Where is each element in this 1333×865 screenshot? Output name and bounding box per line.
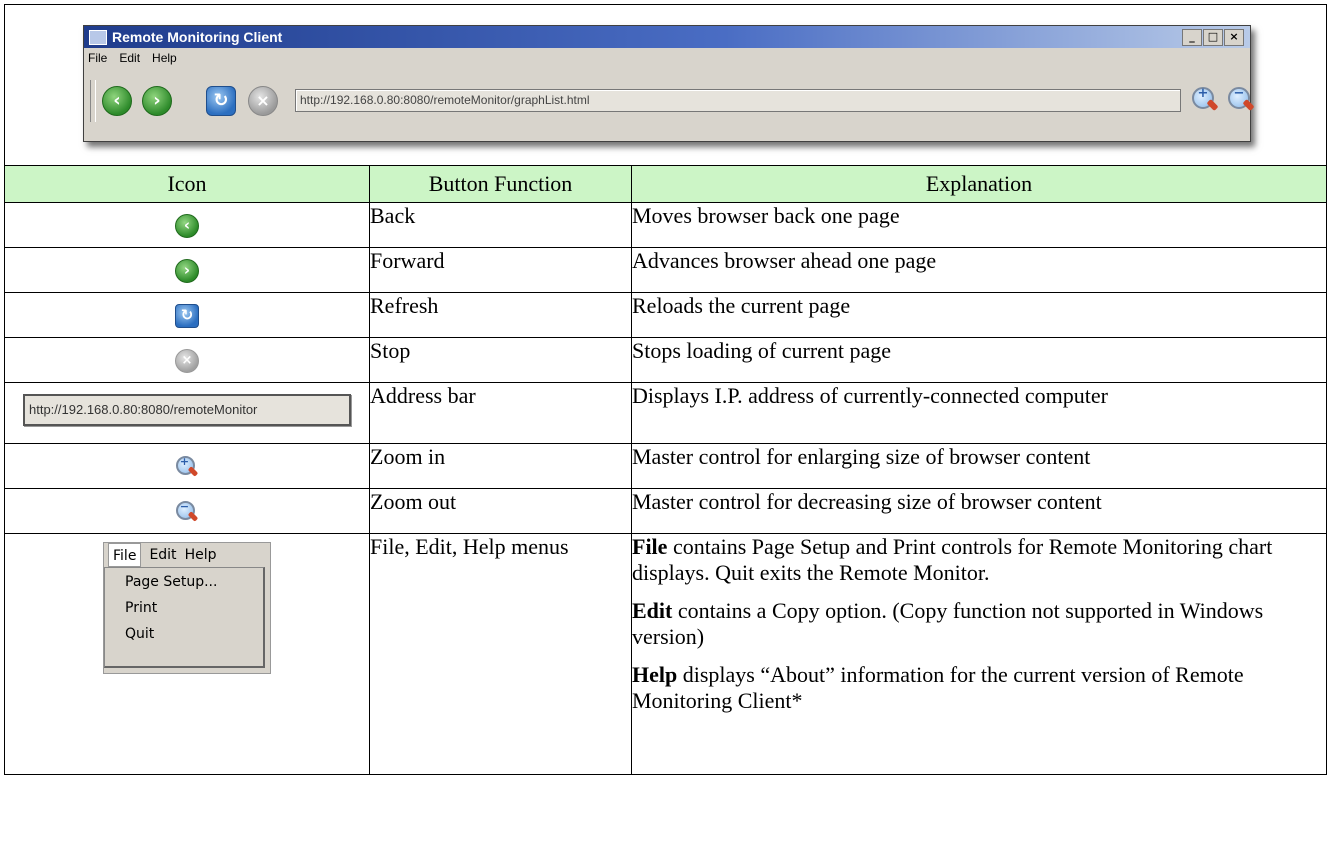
row-explanation: File contains Page Setup and Print contr… [631, 533, 1327, 775]
row-explanation: Moves browser back one page [631, 202, 1327, 248]
back-icon: ‹ [175, 214, 199, 239]
menu-bar: File Edit Help [88, 51, 177, 65]
row-function: Stop [369, 337, 632, 383]
table-row: File Edit Help Page Setup... Print Quit … [4, 533, 1327, 775]
table-row: + Zoom in Master control for enlarging s… [4, 443, 1327, 489]
menu-file: File [108, 543, 142, 567]
row-function: Refresh [369, 292, 632, 338]
menu-file[interactable]: File [88, 51, 107, 65]
table-row: ‹ Back Moves browser back one page [4, 202, 1327, 248]
row-explanation: Advances browser ahead one page [631, 247, 1327, 293]
window-title: Remote Monitoring Client [112, 29, 283, 45]
window-screenshot-cell: Remote Monitoring Client _ □ × File Edit… [4, 4, 1327, 166]
row-explanation: Stops loading of current page [631, 337, 1327, 383]
edit-paragraph: Edit contains a Copy option. (Copy funct… [632, 598, 1264, 649]
table-row: ↻ Refresh Reloads the current page [4, 292, 1327, 338]
header-button-function: Button Function [369, 165, 632, 203]
address-bar[interactable]: http://192.168.0.80:8080/remoteMonitor/g… [295, 89, 1181, 112]
toolbar-grip[interactable] [90, 80, 96, 122]
row-function: Zoom in [369, 443, 632, 489]
title-bar: Remote Monitoring Client _ □ × [84, 26, 1250, 48]
forward-icon: › [175, 259, 199, 284]
close-button[interactable]: × [1224, 29, 1244, 46]
table-row: − Zoom out Master control for decreasing… [4, 488, 1327, 534]
row-explanation: Reloads the current page [631, 292, 1327, 338]
refresh-icon[interactable]: ↻ [206, 86, 236, 116]
table-header-row: Icon Button Function Explanation [4, 165, 1327, 203]
forward-icon[interactable]: › [142, 86, 172, 116]
menu-help: Help [184, 547, 217, 563]
table-row: http://192.168.0.80:8080/remoteMonitor A… [4, 382, 1327, 444]
remote-monitoring-window: Remote Monitoring Client _ □ × File Edit… [83, 25, 1255, 142]
minimize-button[interactable]: _ [1182, 29, 1202, 46]
app-icon [89, 30, 107, 45]
zoom-in-icon: + [174, 454, 200, 480]
file-paragraph: File contains Page Setup and Print contr… [632, 534, 1273, 585]
help-paragraph: Help displays “About” information for th… [632, 662, 1244, 713]
menu-item-page-setup: Page Setup... [125, 574, 218, 590]
menu-edit: Edit [149, 547, 177, 563]
row-explanation: Master control for enlarging size of bro… [631, 443, 1327, 489]
button-reference-table: Remote Monitoring Client _ □ × File Edit… [4, 4, 1327, 775]
menu-item-quit: Quit [125, 626, 155, 642]
zoom-out-icon: − [174, 499, 200, 525]
row-function: Zoom out [369, 488, 632, 534]
row-explanation: Master control for decreasing size of br… [631, 488, 1327, 534]
zoom-out-icon[interactable]: − [1226, 85, 1256, 115]
zoom-in-icon[interactable]: + [1190, 85, 1220, 115]
row-function: File, Edit, Help menus [369, 533, 632, 775]
refresh-icon: ↻ [175, 304, 199, 329]
row-function: Back [369, 202, 632, 248]
menu-edit[interactable]: Edit [119, 51, 140, 65]
row-explanation: Displays I.P. address of currently-conne… [631, 382, 1327, 444]
maximize-button[interactable]: □ [1203, 29, 1223, 46]
row-function: Address bar [369, 382, 632, 444]
window-controls: _ □ × [1182, 29, 1244, 46]
table-row: × Stop Stops loading of current page [4, 337, 1327, 383]
header-icon: Icon [4, 165, 370, 203]
address-bar-icon: http://192.168.0.80:8080/remoteMonitor [23, 394, 351, 426]
table-row: › Forward Advances browser ahead one pag… [4, 247, 1327, 293]
stop-icon[interactable]: × [248, 86, 278, 116]
header-explanation: Explanation [631, 165, 1327, 203]
toolbar: ‹ › ↻ × http://192.168.0.80:8080/remoteM… [88, 76, 1255, 131]
menu-help[interactable]: Help [152, 51, 177, 65]
row-function: Forward [369, 247, 632, 293]
back-icon[interactable]: ‹ [102, 86, 132, 116]
menu-item-print: Print [125, 600, 158, 616]
file-menu-preview: File Edit Help Page Setup... Print Quit [103, 542, 271, 674]
file-dropdown: Page Setup... Print Quit [104, 567, 265, 668]
stop-icon: × [175, 349, 199, 374]
